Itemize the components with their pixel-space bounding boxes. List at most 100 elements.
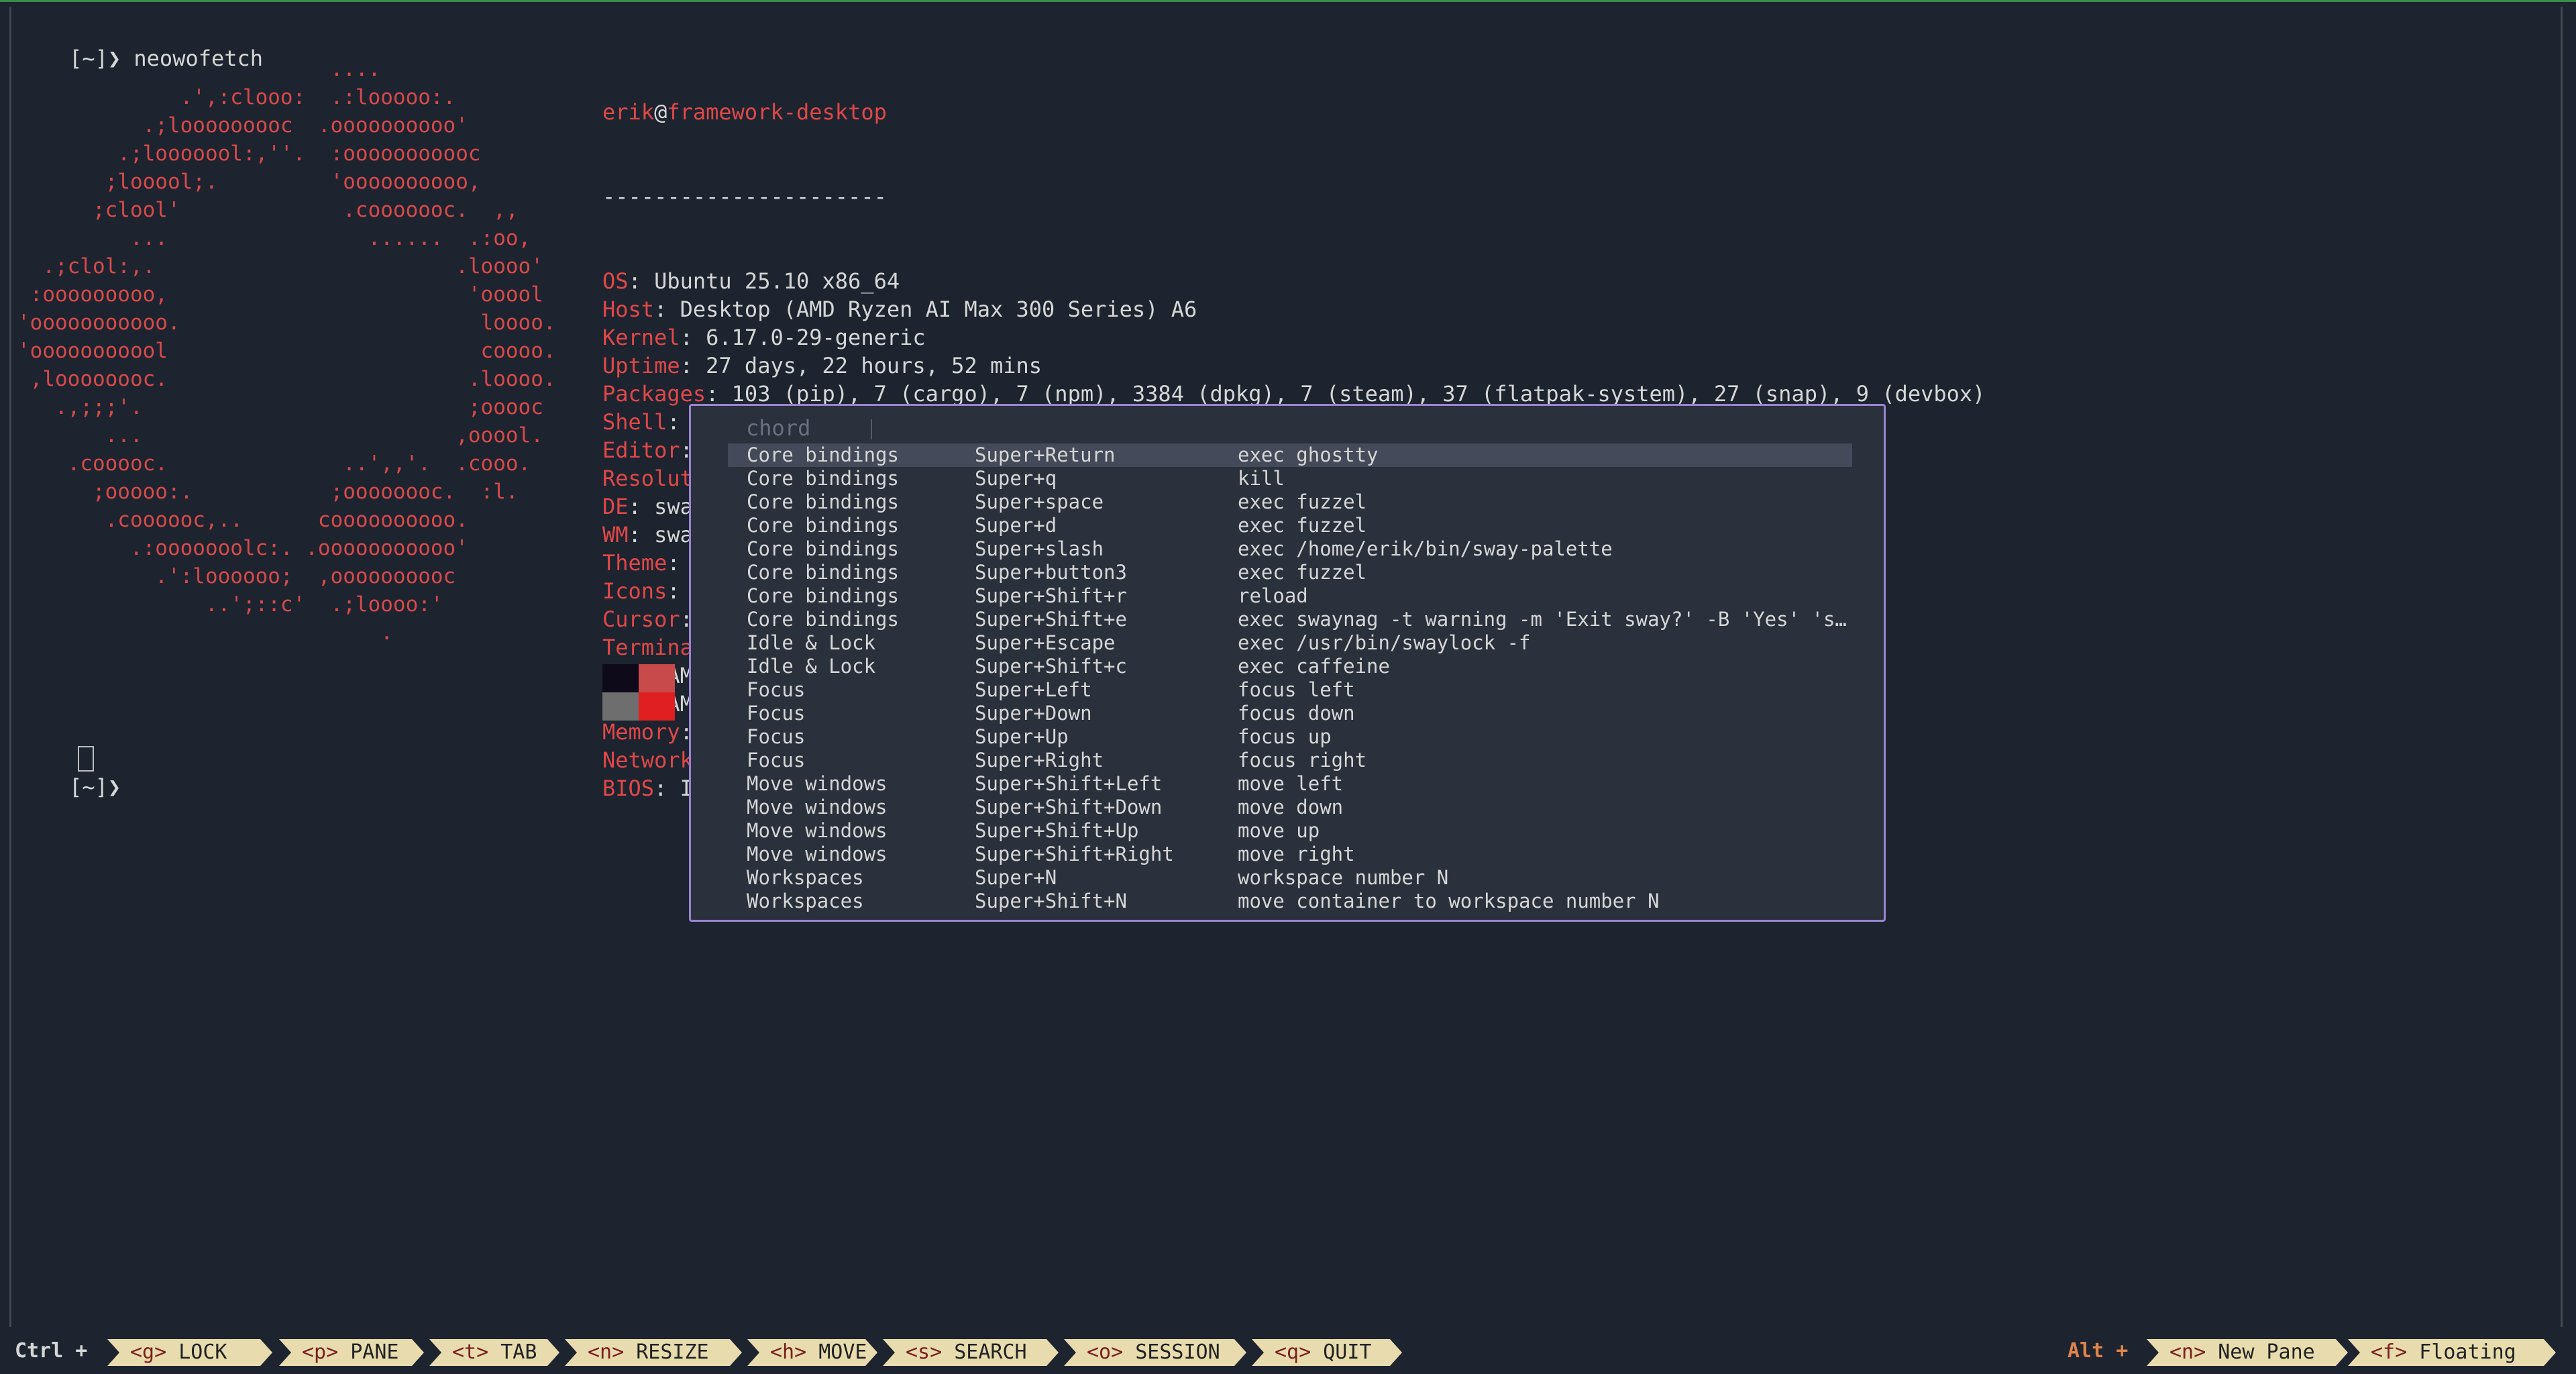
palette-row-keybinding: Super+Right (975, 749, 1104, 772)
ascii-logo-line: ... ...... .:oo, (17, 226, 531, 250)
palette-row[interactable]: Move windows Super+Shift+Down move down (728, 796, 1852, 819)
mode-tab-label: QUIT (1311, 1340, 1372, 1364)
palette-row-category: Core bindings (747, 514, 899, 537)
palette-row[interactable]: Move windows Super+Shift+Left move left (728, 772, 1852, 796)
ascii-logo-line: ,loooooooc. .loooo. (17, 367, 556, 391)
palette-row[interactable]: Focus Super+Down focus down (728, 702, 1852, 725)
palette-row[interactable]: Core bindings Super+space exec fuzzel (728, 490, 1852, 514)
mode-tab-search[interactable]: <s> SEARCH (883, 1339, 1059, 1366)
palette-row[interactable]: Move windows Super+Shift+Right move right (728, 843, 1852, 866)
alt-tab-key: <f> (2371, 1340, 2408, 1364)
palette-row-command: workspace number N (1238, 866, 1449, 889)
mode-tab-key: <h> (770, 1340, 807, 1364)
sysinfo-key: Editor (602, 437, 680, 463)
palette-row-keybinding: Super+Return (975, 443, 1116, 466)
swatch-gray (602, 692, 639, 721)
sysinfo-key: Memory (602, 719, 680, 745)
palette-row-command: exec caffeine (1238, 655, 1390, 678)
sysinfo-value: : 27 days, 22 hours, 52 mins (680, 353, 1042, 378)
alt-tab-key: <n> (2169, 1340, 2206, 1364)
palette-row-keybinding: Super+Shift+r (975, 584, 1127, 607)
palette-row[interactable]: Core bindings Super+Shift+e exec swaynag -… (728, 608, 1852, 631)
palette-row[interactable]: Workspaces Super+Shift+N move container to… (728, 890, 1852, 913)
sysinfo-key: WM (602, 522, 629, 547)
palette-row-category: Idle & Lock (747, 631, 876, 654)
swatch-red (639, 664, 675, 692)
palette-row-keybinding: Super+Shift+N (975, 890, 1127, 912)
mode-tab-key: <g> (130, 1340, 167, 1364)
swatch-black (602, 664, 639, 692)
mode-tab-tab[interactable]: <t> TAB (429, 1339, 559, 1366)
hostname: framework-desktop (667, 99, 887, 125)
palette-row-category: Core bindings (747, 467, 899, 490)
palette-row-category: Move windows (747, 796, 888, 818)
mode-tab-key: <o> (1087, 1340, 1124, 1364)
palette-row-command: move container to workspace number N (1238, 890, 1660, 912)
mode-tab-quit[interactable]: <q> QUIT (1252, 1339, 1402, 1366)
palette-row-category: Move windows (747, 819, 888, 842)
palette-row[interactable]: Focus Super+Up focus up (728, 725, 1852, 749)
sysinfo-key: DE (602, 494, 629, 519)
at-sign: @ (654, 99, 667, 125)
ascii-logo-line: .;looooool:,''. :ooooooooooc (17, 142, 481, 166)
palette-row-command: move up (1238, 819, 1320, 842)
ascii-logo-line: .coooooc,.. coooooooooo. (17, 508, 468, 532)
sysinfo-key: BIOS (602, 776, 655, 801)
mode-tab-pane[interactable]: <p> PANE (279, 1339, 424, 1366)
ascii-logo-line: .',:clooo: .:looooo:. (17, 85, 456, 109)
mode-tab-label: PANE (338, 1340, 399, 1364)
mode-tab-label: SEARCH (942, 1340, 1027, 1364)
palette-row-category: Core bindings (747, 443, 899, 466)
palette-row[interactable]: Core bindings Super+Shift+r reload (728, 584, 1852, 608)
palette-row-category: Workspaces (747, 866, 864, 889)
palette-row[interactable]: Workspaces Super+N workspace number N (728, 866, 1852, 890)
sysinfo-value: : 103 (pip), 7 (cargo), 7 (npm), 3384 (d… (706, 381, 1986, 407)
ascii-logo-line: ;clool' .cooooooc. ,, (17, 198, 519, 222)
alt-tab-floating[interactable]: <f> Floating (2348, 1339, 2556, 1366)
ascii-logo-line: 'ooooooooool coooo. (17, 339, 556, 363)
mode-tab-label: LOCK (166, 1340, 227, 1364)
palette-row-command: kill (1238, 467, 1285, 490)
palette-row-command: focus up (1238, 725, 1332, 748)
sysinfo-row-host: Host: Desktop (AMD Ryzen AI Max 300 Seri… (602, 295, 1985, 323)
mode-tab-resize[interactable]: <n> RESIZE (565, 1339, 742, 1366)
ctrl-modifier-label: Ctrl + (15, 1339, 88, 1363)
zellij-status-bar: Ctrl + <g> LOCK <p> PANE <t> TAB <n> RESIZE… (0, 1328, 2576, 1374)
sysinfo-key: Packages (602, 381, 706, 407)
palette-row-keybinding: Super+d (975, 514, 1057, 537)
palette-row[interactable]: Core bindings Super+q kill (728, 467, 1852, 490)
palette-row[interactable]: Move windows Super+Shift+Up move up (728, 819, 1852, 843)
ascii-logo-line: .cooooc. ..',,'. .cooo. (17, 452, 531, 476)
mode-tab-session[interactable]: <o> SESSION (1064, 1339, 1246, 1366)
palette-row-category: Core bindings (747, 608, 899, 631)
command-palette[interactable]: chord Core bindings Super+Return exec ghos… (689, 404, 1886, 922)
palette-row[interactable]: Idle & Lock Super+Shift+c exec caffeine (728, 655, 1852, 678)
sysinfo-row-kernel: Kernel: 6.17.0-29-generic (602, 323, 1985, 352)
ascii-logo-line: ;looool;. 'oooooooooo, (17, 170, 481, 194)
sysinfo-row-os: OS: Ubuntu 25.10 x86_64 (602, 267, 1985, 295)
palette-row-category: Core bindings (747, 561, 899, 584)
palette-row[interactable]: Core bindings Super+d exec fuzzel (728, 514, 1852, 537)
palette-row-command: focus right (1238, 749, 1367, 772)
palette-row[interactable]: Core bindings Super+Return exec ghostty (728, 443, 1852, 467)
sysinfo-value: : I (654, 776, 693, 801)
mode-tab-move[interactable]: <h> MOVE (747, 1339, 877, 1366)
palette-row[interactable]: Core bindings Super+slash exec /home/erik/… (728, 537, 1852, 561)
palette-search-input[interactable]: chord (746, 415, 810, 441)
palette-row-category: Focus (747, 678, 806, 701)
ascii-logo-line: .':loooooo; ,oooooooooc (17, 564, 456, 588)
mode-tab-key: <s> (906, 1340, 943, 1364)
ascii-logo-line: ;ooooo:. ;oooooooc. :l. (17, 480, 519, 504)
alt-tab-new-pane[interactable]: <n> New Pane (2147, 1339, 2348, 1366)
palette-row[interactable]: Focus Super+Left focus left (728, 678, 1852, 702)
palette-input-caret (871, 419, 872, 439)
palette-row[interactable]: Core bindings Super+button3 exec fuzzel (728, 561, 1852, 584)
palette-row-category: Move windows (747, 772, 888, 795)
palette-row-keybinding: Super+space (975, 490, 1104, 513)
mode-tab-key: <p> (302, 1340, 339, 1364)
mode-tab-lock[interactable]: <g> LOCK (107, 1339, 272, 1366)
sysinfo-key: OS (602, 268, 629, 294)
palette-row[interactable]: Focus Super+Right focus right (728, 749, 1852, 772)
palette-row-keybinding: Super+q (975, 467, 1057, 490)
palette-row[interactable]: Idle & Lock Super+Escape exec /usr/bin/swa… (728, 631, 1852, 655)
